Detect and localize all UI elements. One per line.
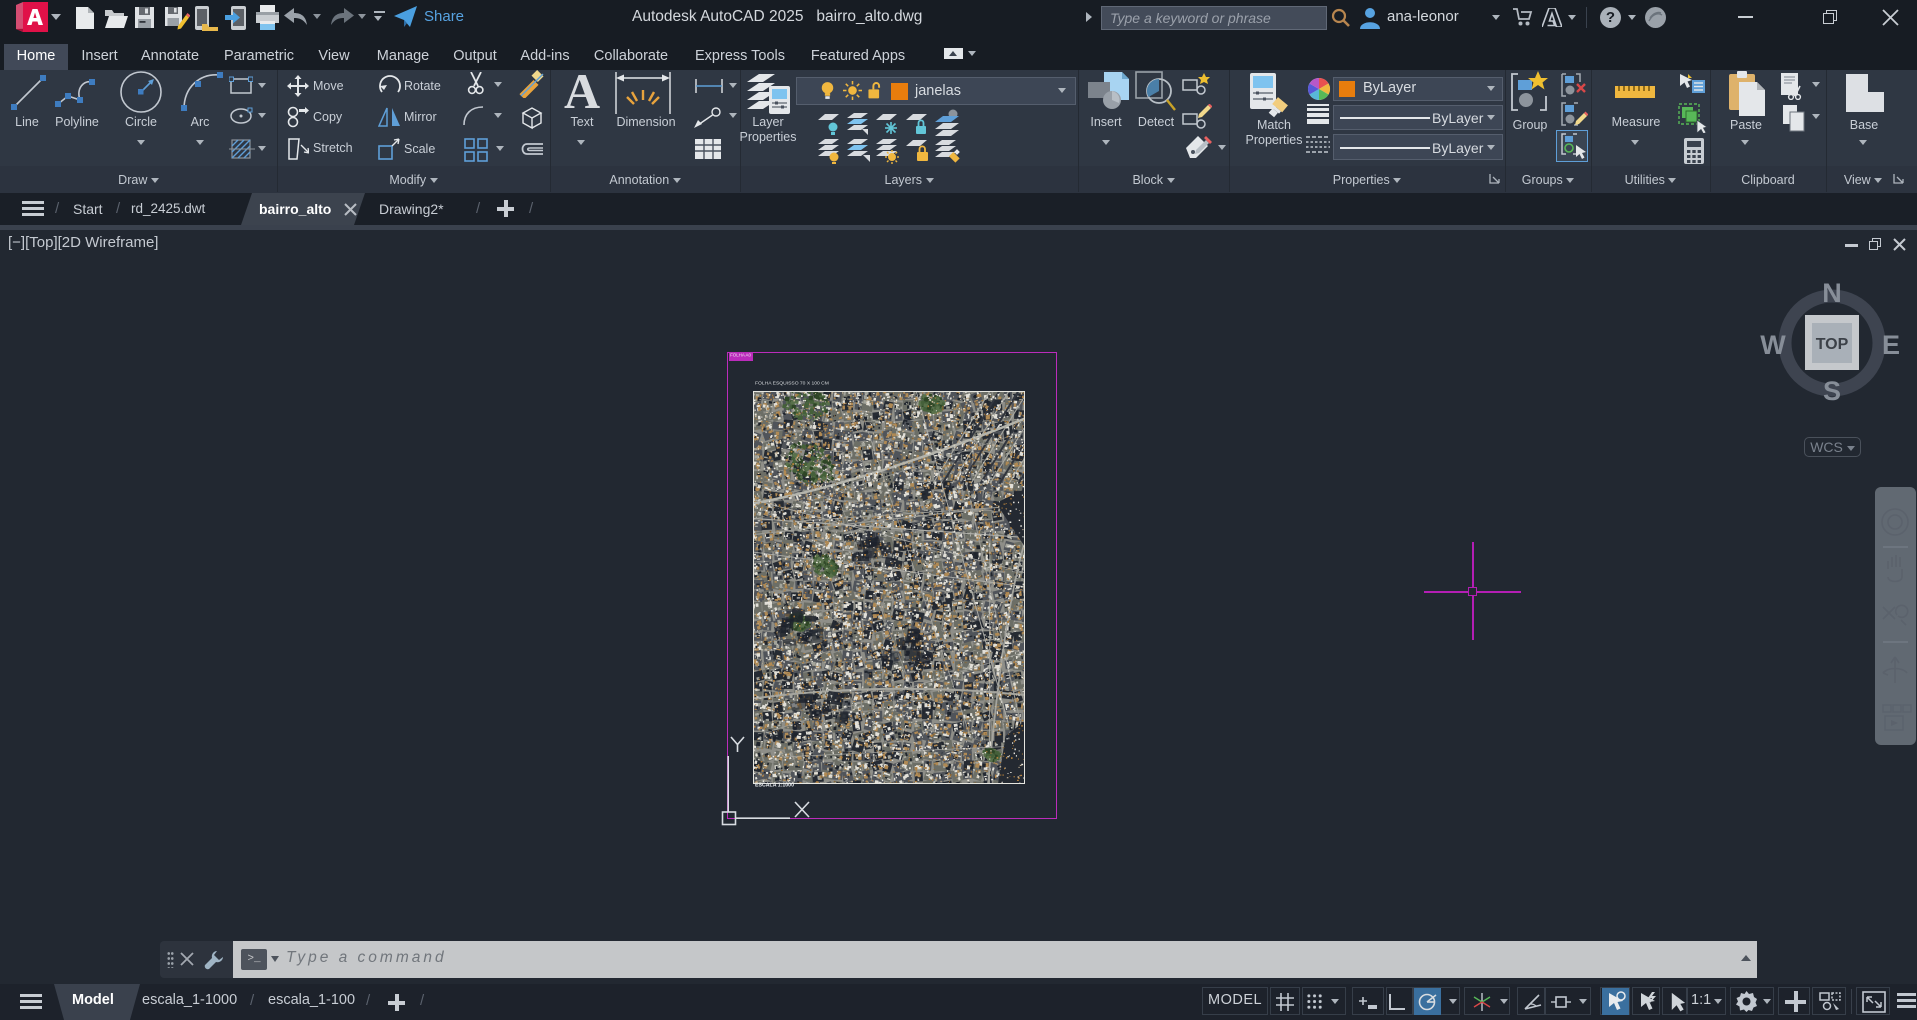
svg-text:S: S xyxy=(1823,376,1841,404)
svg-text:W: W xyxy=(1760,330,1786,360)
svg-text:TOP: TOP xyxy=(1816,336,1849,353)
svg-text:E: E xyxy=(1882,330,1900,360)
svg-text:N: N xyxy=(1822,282,1842,308)
